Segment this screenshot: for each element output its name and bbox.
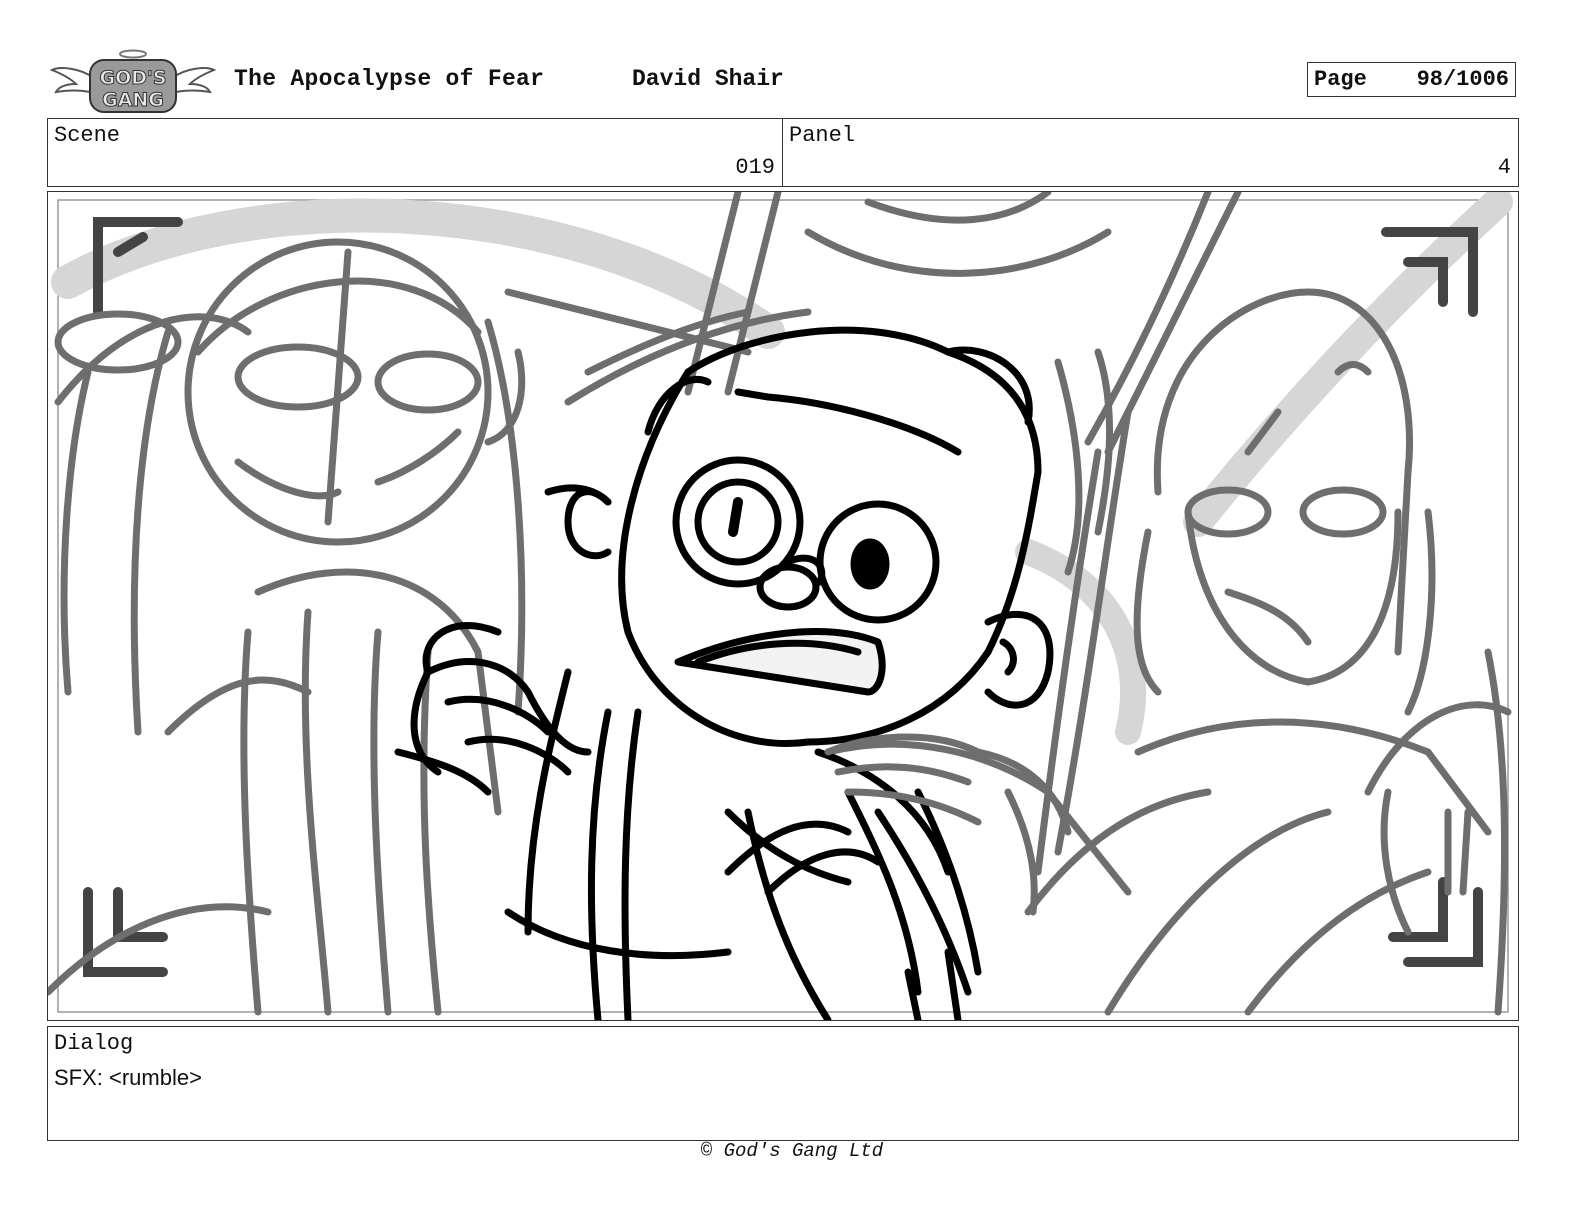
storyboard-frame	[47, 191, 1519, 1021]
scene-cell: Scene 019	[48, 119, 783, 186]
storyboard-sketch	[48, 192, 1513, 1020]
panel-cell: Panel 4	[783, 119, 1518, 186]
copyright-footer: © God's Gang Ltd	[700, 1140, 884, 1162]
panel-number: 4	[1497, 155, 1511, 180]
dialog-box: Dialog SFX: <rumble>	[47, 1026, 1519, 1141]
scene-panel-info: Scene 019 Panel 4	[47, 118, 1519, 187]
project-title: The Apocalypse of Fear	[234, 66, 545, 92]
page-label: Page	[1314, 67, 1367, 92]
svg-text:GOD'S: GOD'S	[99, 67, 166, 89]
page-indicator: Page 98/1006	[1307, 62, 1516, 97]
dialog-label: Dialog	[54, 1031, 134, 1056]
author-name: David Shair	[632, 66, 784, 92]
panel-label: Panel	[789, 123, 856, 148]
scene-number: 019	[735, 155, 775, 180]
gods-gang-logo: GOD'S GANG	[49, 48, 217, 116]
page-number: 98/1006	[1416, 67, 1509, 92]
svg-text:GANG: GANG	[102, 89, 164, 111]
dialog-line: SFX: <rumble>	[54, 1065, 202, 1090]
scene-label: Scene	[54, 123, 121, 148]
